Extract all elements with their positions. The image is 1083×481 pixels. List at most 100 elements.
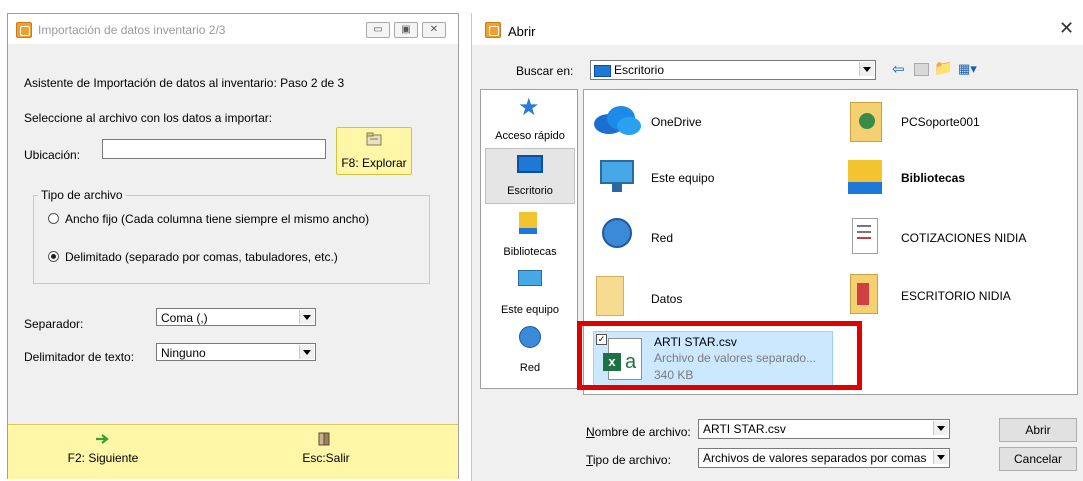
list-item[interactable]: Este equipo [590, 154, 820, 202]
close-icon: ✕ [429, 24, 439, 35]
maximize-icon: ▣ [401, 24, 411, 35]
up-folder-icon[interactable] [914, 63, 929, 76]
app-icon [16, 22, 32, 38]
item-name: COTIZACIONES NIDIA [901, 231, 1027, 245]
list-item[interactable]: ESCRITORIO NIDIA [846, 272, 1076, 320]
folder-icon [596, 276, 624, 316]
item-name: Bibliotecas [901, 171, 966, 185]
desktop-small-icon [594, 65, 611, 77]
chevron-down-icon [933, 450, 948, 464]
list-item[interactable]: Red [590, 214, 820, 262]
computer-icon [518, 270, 542, 286]
file-list: OneDrive PCSoporte001 Este equipo Biblio… [577, 89, 1078, 395]
file-type-group-label: Tipo de archivo [38, 188, 126, 202]
dialog-close-icon[interactable]: ✕ [1059, 18, 1074, 39]
filename-input[interactable]: ARTI STAR.csv [698, 419, 950, 439]
separator-value: Coma (,) [161, 311, 208, 325]
browse-button[interactable]: F8: Explorar [336, 127, 412, 175]
chevron-down-icon [933, 421, 948, 435]
minimize-icon: ▭ [373, 24, 383, 35]
back-arrow-icon[interactable]: ⇦ [892, 60, 905, 78]
delimited-radio[interactable] [48, 251, 59, 262]
list-item[interactable]: COTIZACIONES NIDIA [846, 214, 1076, 262]
location-label: Ubicación: [24, 148, 81, 162]
item-name: Este equipo [651, 171, 715, 185]
filetype-select[interactable]: Archivos de valores separados por comas [698, 448, 950, 468]
dialog-title: Abrir [508, 24, 536, 39]
import-wizard-window: Importación de datos inventario 2/3 ▭ ▣ … [7, 13, 459, 479]
open-button-label: Abrir [1025, 423, 1051, 437]
next-button[interactable]: F2: Siguiente [48, 431, 158, 471]
look-in-select[interactable]: Escritorio [590, 60, 876, 80]
onedrive-icon [594, 106, 641, 135]
network-icon [519, 326, 541, 348]
list-item[interactable]: OneDrive [590, 98, 820, 146]
place-label: Acceso rápido [495, 130, 565, 142]
look-in-value: Escritorio [614, 63, 665, 77]
app-icon [485, 22, 501, 38]
item-name: Datos [651, 292, 683, 306]
shortcut-document-icon [852, 218, 878, 254]
filetype-value: Archivos de valores separados por comas [703, 451, 927, 465]
highlight-box [577, 321, 862, 390]
chevron-down-icon [299, 310, 314, 324]
open-file-dialog: Abrir ✕ Buscar en: Escritorio ⇦ 📁 ▦▾ ★ A… [471, 13, 1083, 481]
next-button-label: F2: Siguiente [67, 451, 139, 465]
exit-button[interactable]: Esc:Salir [276, 431, 376, 471]
file-type-group [33, 195, 430, 284]
open-button[interactable]: Abrir [999, 418, 1077, 442]
text-delimiter-select[interactable]: Ninguno [156, 343, 316, 361]
separator-label: Separador: [24, 317, 84, 331]
desktop-icon [517, 155, 543, 173]
browse-button-label: F8: Explorar [341, 156, 407, 170]
computer-icon [600, 160, 634, 184]
filetype-label: Tipo de archivo: [586, 453, 671, 467]
text-delimiter-label: Delimitador de texto: [24, 350, 135, 364]
text-delimiter-value: Ninguno [161, 346, 206, 360]
location-input[interactable] [102, 139, 326, 159]
filename-label: Nombre de archivo: [586, 425, 691, 439]
wizard-title: Importación de datos inventario 2/3 [38, 23, 226, 37]
view-menu-icon[interactable]: ▦▾ [958, 61, 977, 77]
maximize-button[interactable]: ▣ [394, 22, 418, 38]
wizard-title-bar[interactable]: Importación de datos inventario 2/3 ▭ ▣ … [8, 14, 458, 44]
item-name: ESCRITORIO NIDIA [901, 289, 1011, 303]
fixed-width-label[interactable]: Ancho fijo (Cada columna tiene siempre e… [65, 212, 369, 226]
place-network[interactable]: Red [485, 324, 575, 376]
place-desktop[interactable]: Escritorio [485, 148, 575, 204]
new-folder-icon[interactable]: 📁 [934, 59, 953, 77]
chevron-down-icon [859, 62, 874, 76]
close-button[interactable]: ✕ [422, 22, 446, 38]
chevron-down-icon [299, 345, 314, 359]
list-item[interactable]: Bibliotecas [846, 154, 1076, 202]
arrow-right-icon [96, 434, 109, 444]
fixed-width-radio[interactable] [48, 213, 59, 224]
place-libraries[interactable]: Bibliotecas [485, 208, 575, 260]
libraries-icon [519, 212, 537, 234]
star-icon: ★ [518, 94, 540, 121]
item-name: Red [651, 231, 674, 245]
exit-door-icon [318, 432, 330, 446]
step-text: Asistente de Importación de datos al inv… [24, 76, 345, 90]
place-label: Escritorio [507, 185, 553, 197]
cancel-button-label: Cancelar [1013, 452, 1063, 466]
list-item[interactable]: Datos [590, 272, 820, 320]
place-this-pc[interactable]: Este equipo [485, 266, 575, 318]
wizard-footer: F2: Siguiente Esc:Salir [8, 424, 458, 479]
minimize-button[interactable]: ▭ [366, 22, 390, 38]
dialog-title-bar[interactable]: Abrir ✕ [472, 13, 1083, 45]
separator-select[interactable]: Coma (,) [156, 308, 316, 326]
cancel-button[interactable]: Cancelar [999, 447, 1077, 471]
filename-value: ARTI STAR.csv [703, 422, 786, 436]
item-name: OneDrive [651, 115, 702, 129]
select-prompt: Seleccione al archivo con los datos a im… [24, 111, 273, 125]
place-quick-access[interactable]: ★ Acceso rápido [485, 94, 575, 146]
place-label: Bibliotecas [503, 246, 557, 258]
places-bar: ★ Acceso rápido Escritorio Bibliotecas E… [480, 89, 578, 389]
browse-folder-icon [366, 132, 382, 146]
libraries-icon [848, 160, 882, 194]
list-item[interactable]: PCSoporte001 [846, 98, 1076, 146]
shortcut-folder-icon [850, 274, 878, 314]
place-label: Red [519, 362, 541, 374]
delimited-label[interactable]: Delimitado (separado por comas, tabulado… [65, 250, 338, 264]
